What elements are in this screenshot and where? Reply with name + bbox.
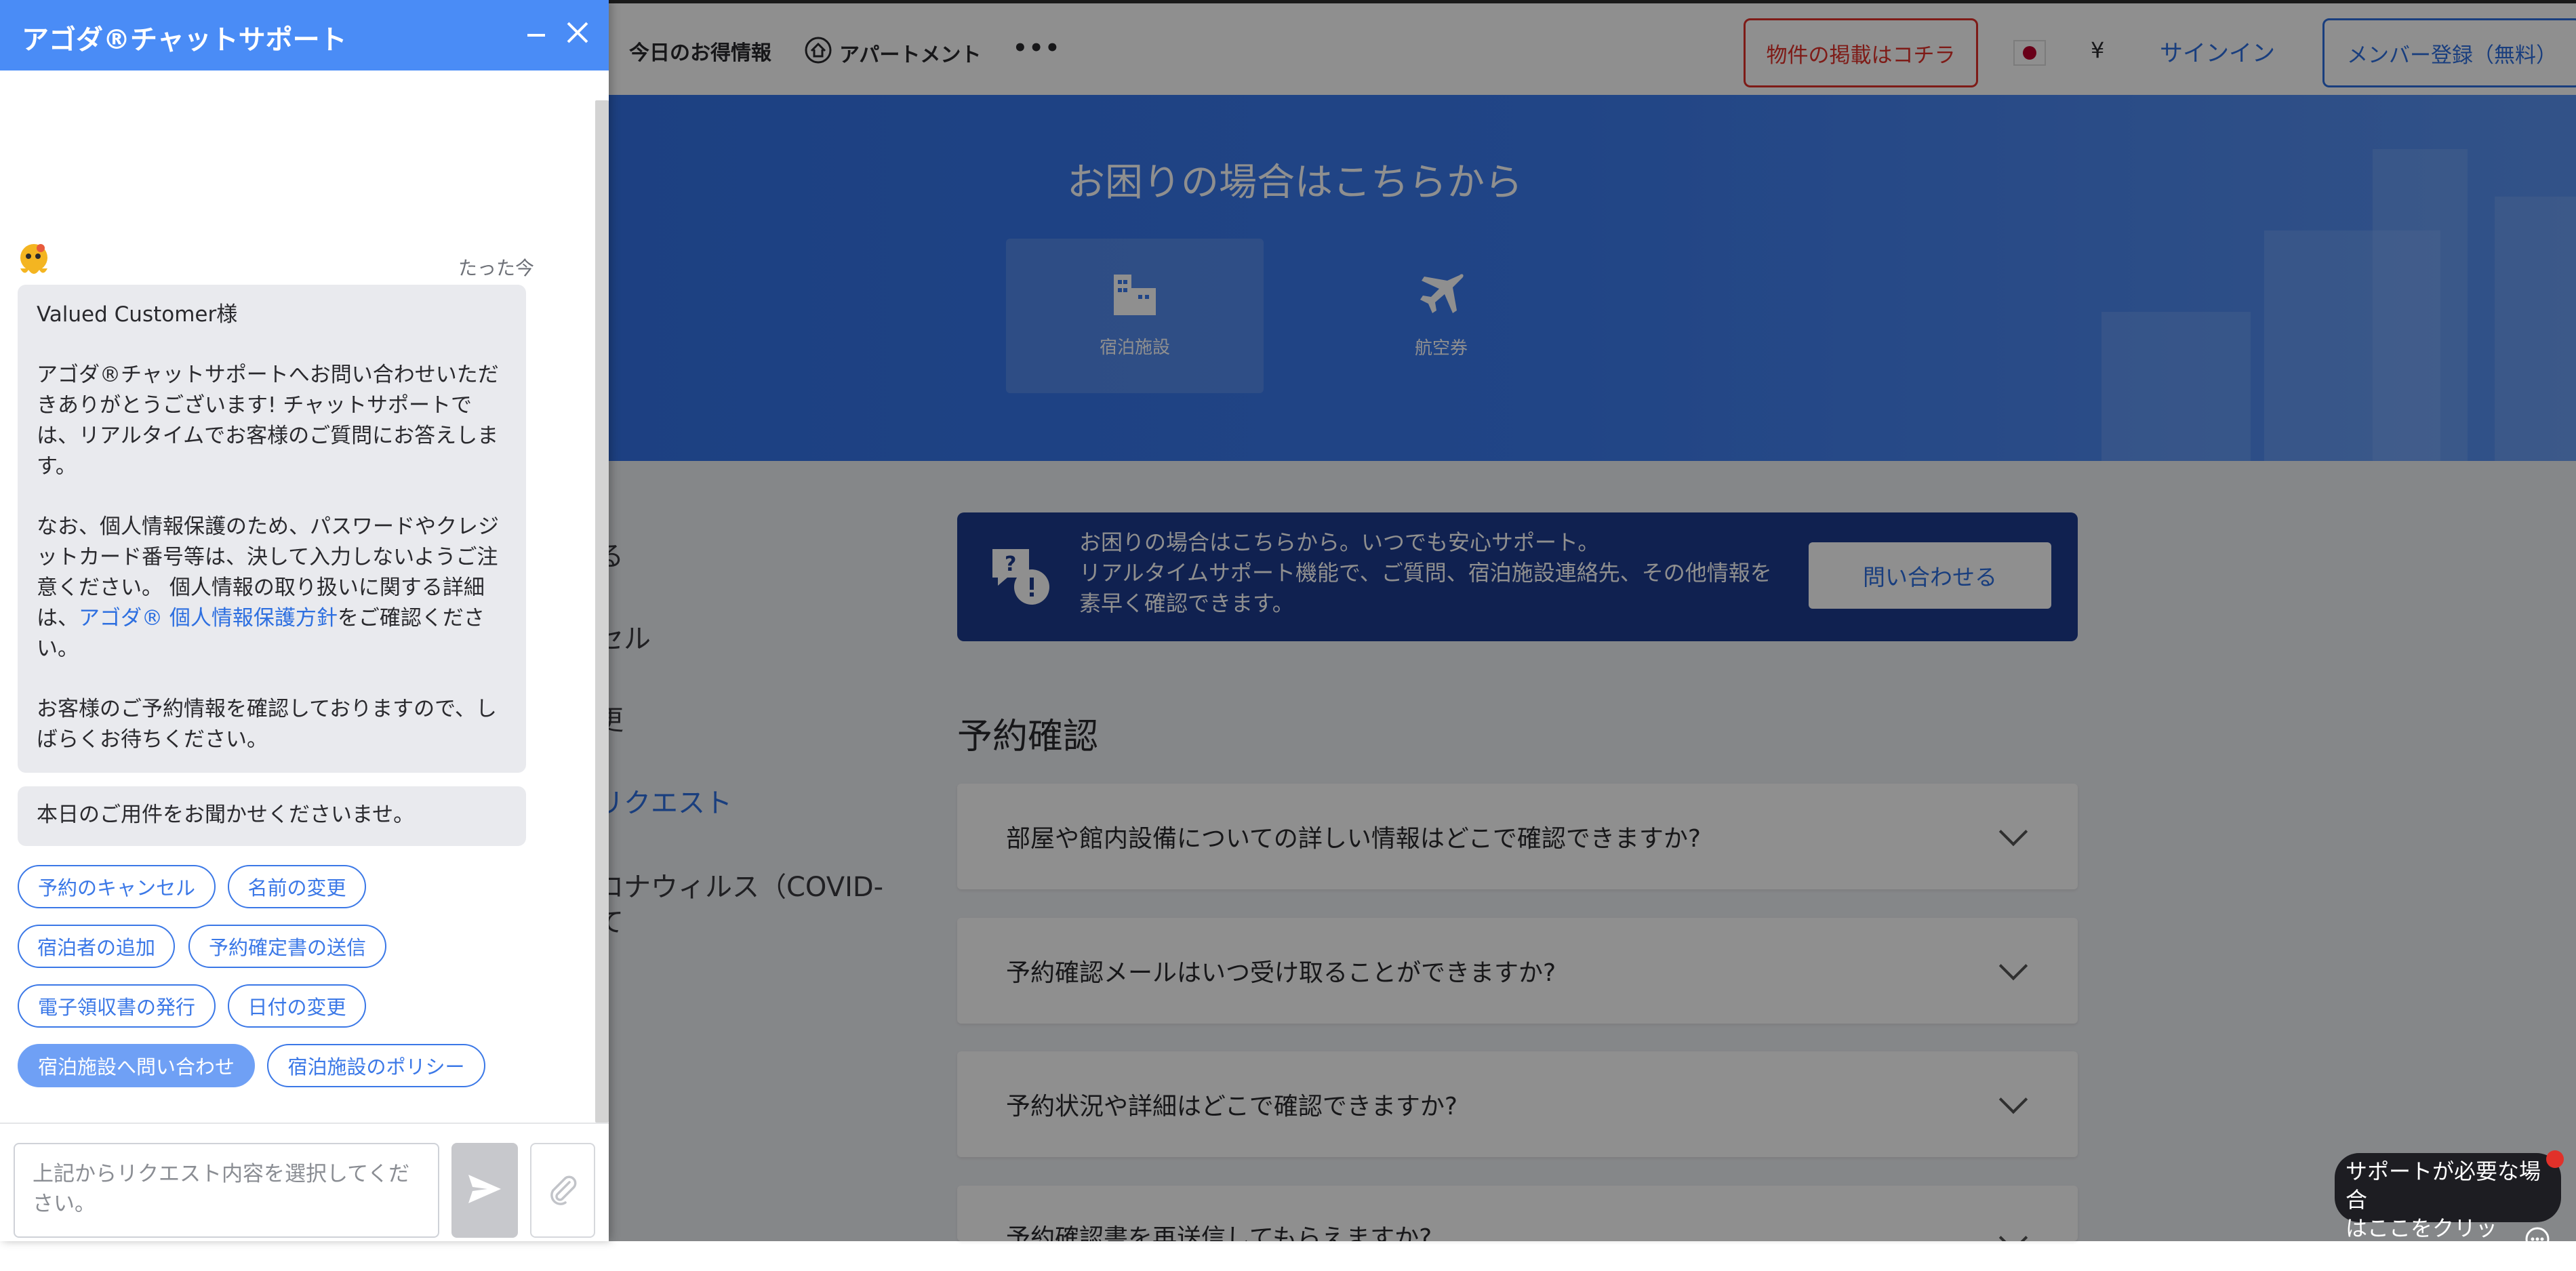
quick-reply-change-dates[interactable]: 日付の変更 bbox=[228, 984, 366, 1028]
message-timestamp: たった今 bbox=[458, 257, 535, 279]
bot-avatar bbox=[15, 241, 53, 279]
quick-reply-add-guest[interactable]: 宿泊者の追加 bbox=[18, 925, 175, 968]
bot-question-bubble: 本日のご用件をお聞かせくださいませ。 bbox=[18, 786, 526, 846]
notification-dot bbox=[2546, 1150, 2564, 1168]
send-icon bbox=[467, 1173, 502, 1207]
help-bubble-line-1: サポートが必要な場合 bbox=[2346, 1158, 2541, 1213]
quick-reply-issue-receipt[interactable]: 電子領収書の発行 bbox=[18, 984, 216, 1028]
quick-reply-change-name[interactable]: 名前の変更 bbox=[228, 865, 366, 908]
minimize-icon[interactable] bbox=[527, 34, 545, 37]
help-prompt-bubble[interactable]: サポートが必要な場合 はここをクリック bbox=[2335, 1150, 2564, 1270]
quick-reply-cancel-booking[interactable]: 予約のキャンセル bbox=[18, 865, 216, 908]
privacy-text: なお、個人情報保護のため、パスワードやクレジットカード番号等は、決して入力しない… bbox=[37, 512, 507, 664]
help-bubble-line-2: はここをクリック bbox=[2346, 1215, 2498, 1270]
welcome-text: アゴダ®チャットサポートへお問い合わせいただきありがとうございます! チャットサ… bbox=[37, 363, 499, 479]
send-button[interactable] bbox=[451, 1143, 518, 1238]
quick-reply-contact-property[interactable]: 宿泊施設へ問い合わせ bbox=[18, 1044, 255, 1087]
chat-message-input[interactable]: 上記からリクエスト内容を選択してください。 bbox=[14, 1143, 439, 1238]
quick-reply-property-policy[interactable]: 宿泊施設のポリシー bbox=[267, 1044, 485, 1087]
chat-scrollbar[interactable] bbox=[595, 100, 609, 1123]
chat-title: アゴダ®チャットサポート bbox=[22, 24, 347, 56]
waiting-text: お客様のご予約情報を確認しておりますので、しばらくお待ちください。 bbox=[37, 697, 497, 752]
chat-bubble-icon bbox=[2524, 1226, 2550, 1259]
greeting-text: Valued Customer様 bbox=[37, 302, 238, 327]
quick-reply-send-confirmation[interactable]: 予約確定書の送信 bbox=[188, 925, 386, 968]
attach-button[interactable] bbox=[530, 1143, 595, 1238]
privacy-policy-link[interactable]: アゴダ® 個人情報保護方針 bbox=[79, 606, 338, 630]
chat-support-panel: アゴダ®チャットサポート たった今 Valued Customer様 アゴダ®チ… bbox=[0, 0, 609, 1241]
bot-message-bubble: Valued Customer様 アゴダ®チャットサポートへお問い合わせいただき… bbox=[18, 285, 526, 773]
chat-divider bbox=[0, 1123, 609, 1124]
paperclip-icon bbox=[546, 1173, 579, 1208]
close-icon[interactable] bbox=[565, 20, 590, 45]
chat-header: アゴダ®チャットサポート bbox=[0, 0, 609, 70]
